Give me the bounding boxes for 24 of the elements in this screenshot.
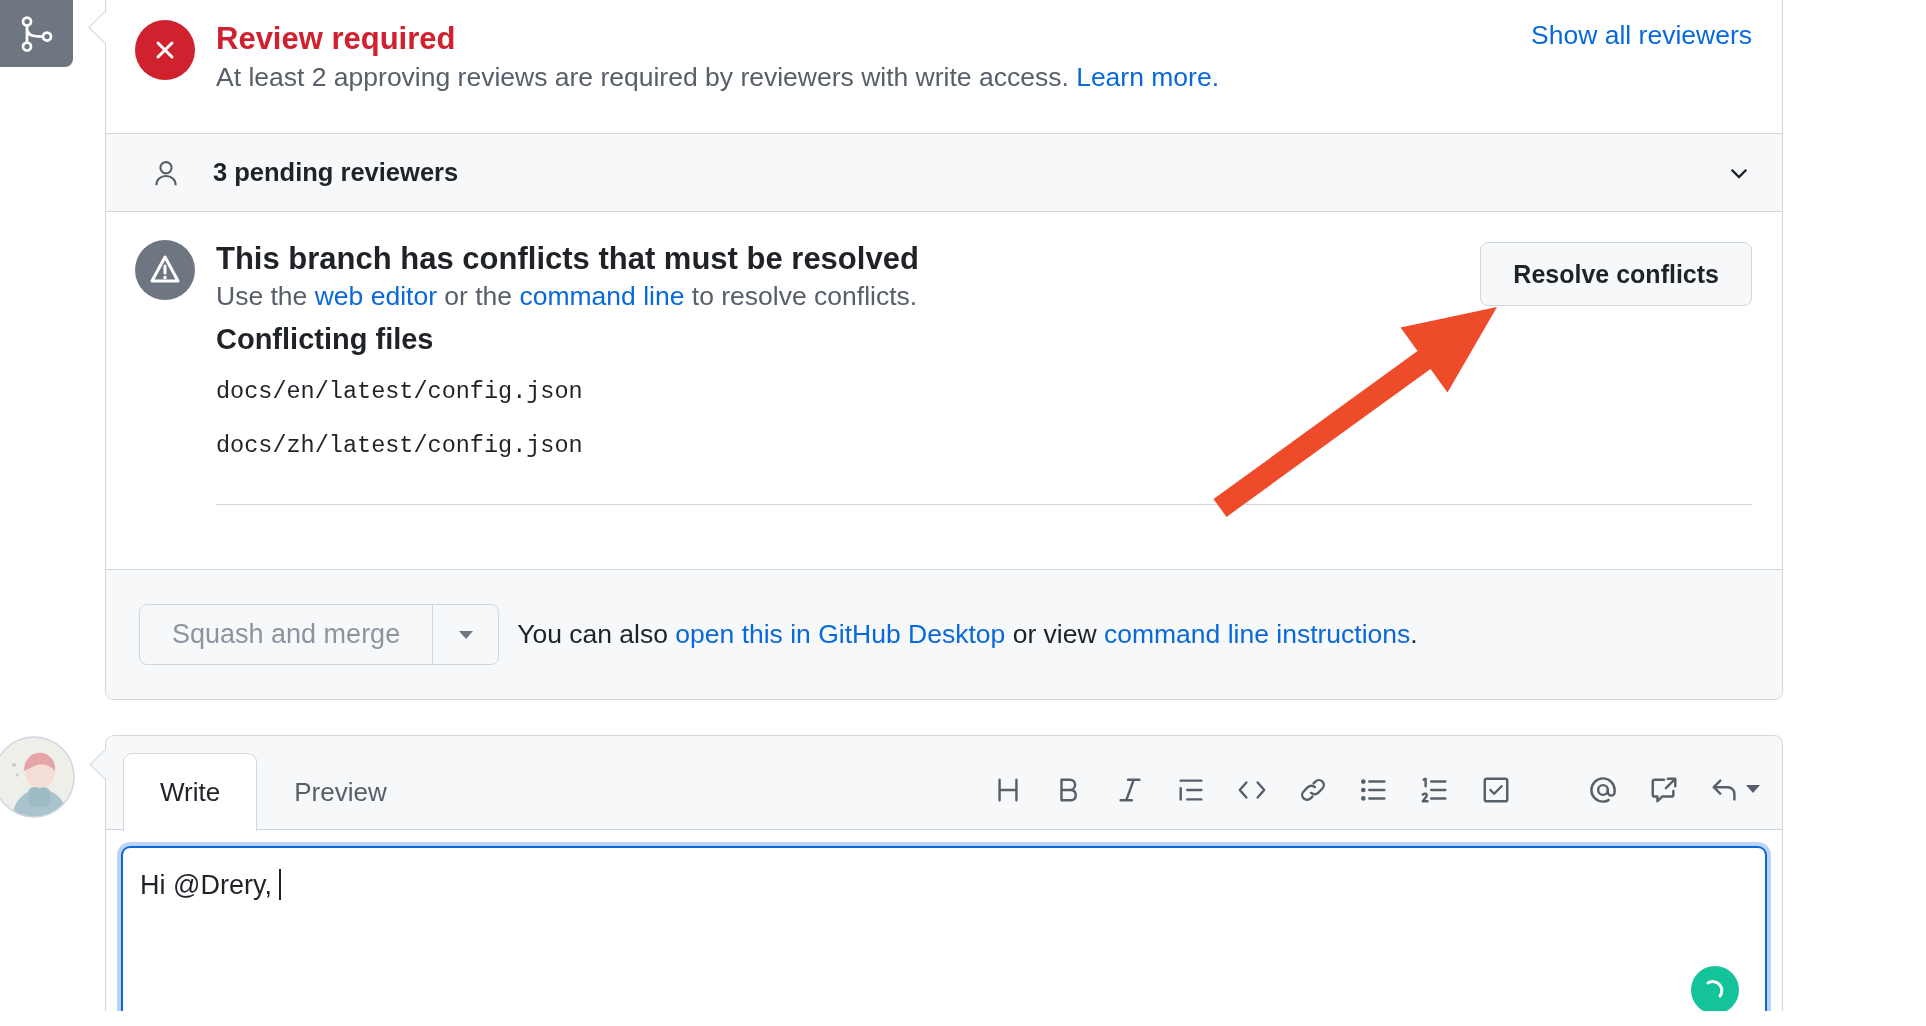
warning-icon — [135, 240, 195, 300]
learn-more-link[interactable]: Learn more. — [1076, 62, 1220, 92]
tab[interactable]: Write — [123, 752, 258, 831]
conflicts-title: This branch has conflicts that must be resolved — [216, 240, 919, 278]
pending-reviewers-row[interactable]: 3 pending reviewers — [106, 134, 1782, 212]
conflicts-description: Use the web editor or the command line to resolve conflicts. — [216, 280, 919, 313]
tab[interactable]: Preview — [257, 752, 424, 831]
link[interactable]: command line — [519, 281, 685, 311]
conflicting-files-heading: Conflicting files — [216, 322, 435, 357]
pending-reviewers-label: 3 pending reviewers — [213, 158, 460, 187]
error-icon — [135, 20, 195, 80]
file-path: docs/zh/latest/config.json — [216, 431, 584, 461]
file-path: docs/en/latest/config.json — [216, 377, 584, 407]
link[interactable]: web editor — [314, 281, 437, 311]
person-icon — [152, 158, 180, 187]
merge-note: You can also open this in GitHub Desktop or view command line instructions. — [517, 619, 1418, 650]
text-cursor — [278, 869, 281, 900]
show-all-reviewers-link[interactable]: Show all reviewers — [1531, 20, 1752, 51]
review-title: Review required — [216, 20, 456, 58]
caret-icon[interactable] — [1746, 785, 1760, 794]
mention-icon[interactable] — [1588, 774, 1618, 805]
resolve-conflicts-button[interactable]: Resolve conflicts — [1480, 242, 1752, 306]
caret-icon — [457, 629, 474, 640]
review-description: At least 2 approving reviews are required by reviewers with write access. Learn more. — [216, 61, 1221, 94]
